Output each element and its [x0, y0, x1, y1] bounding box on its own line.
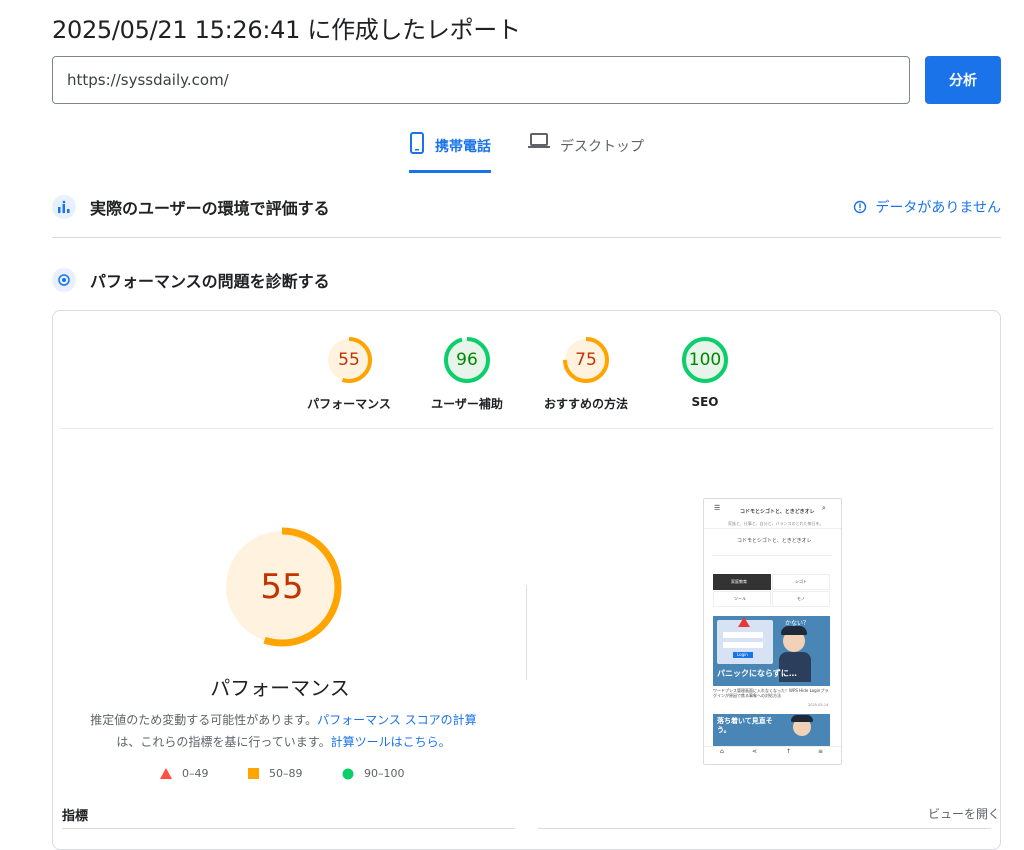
preview-tagline: 家族と、仕事と、自分と。バランスのとれた毎日を。 [728, 521, 824, 526]
legend-fail: 0–49 [160, 767, 209, 780]
preview-card2-image: 落ち着いて見直そう。 [713, 714, 830, 746]
preview-site-title: コドモとシゴトと、ときどきオレ [740, 509, 815, 515]
score-calc-link[interactable]: パフォーマンス スコアの計算 [317, 713, 477, 727]
page-screenshot-preview[interactable]: ☰ コドモとシゴトと、ときどきオレ ⌕ 家族と、仕事と、自分と。バランスのとれた… [703, 498, 842, 765]
performance-title: パフォーマンス [210, 676, 350, 700]
metrics-divider-right [538, 828, 991, 829]
diagnose-icon [52, 268, 76, 292]
legend-fail-label: 0–49 [182, 767, 209, 780]
performance-score-large: 55 [260, 567, 304, 607]
preview-menu-4: モノ [797, 596, 805, 601]
analyze-button[interactable]: 分析 [925, 56, 1001, 104]
performance-gauge-large: 55 [220, 525, 344, 649]
gauge-best-practices-label: おすすめの方法 [543, 397, 628, 411]
gauge-performance-score: 55 [338, 350, 360, 370]
gauge-performance[interactable]: 55 [322, 333, 376, 387]
preview-banner-image: Login かない？ パニックにならずに… [713, 616, 830, 686]
preview-banner-text: パニックにならずに… [717, 669, 797, 678]
gauge-performance-label: パフォーマンス [307, 397, 391, 411]
gauge-seo-label: SEO [691, 395, 719, 409]
field-data-title: 実際のユーザーの環境で評価する [90, 199, 330, 218]
preview-post-title: ワードプレス管理画面に入れなくなった！WPS Hide Loginプラグインが原… [713, 688, 829, 698]
legend-average-label: 50–89 [269, 767, 303, 780]
section-divider [52, 237, 1001, 238]
gauge-seo-score: 100 [688, 350, 722, 370]
gauge-accessibility-label: ユーザー補助 [431, 397, 503, 411]
gauge-accessibility-score: 96 [456, 350, 478, 370]
preview-menu-1: 家庭教育 [731, 579, 747, 584]
tab-mobile-label: 携帯電話 [435, 139, 491, 155]
metrics-heading: 指標 [62, 809, 89, 824]
no-data-text: データがありません [875, 200, 1001, 216]
info-icon [854, 200, 867, 214]
preview-home-icon: ⌂ [720, 748, 724, 755]
report-title: 2025/05/21 15:26:41 に作成したレポート [52, 16, 521, 44]
legend-pass: 90–100 [342, 767, 405, 780]
gauge-seo[interactable]: 100 [678, 333, 732, 387]
preview-login-label: Login [737, 652, 748, 657]
no-data-link[interactable]: データがありません [853, 197, 1001, 217]
tab-desktop[interactable]: デスクトップ [528, 130, 644, 170]
gauge-best-practices-score: 75 [575, 350, 597, 370]
preview-sidebar-icon: ≡ [818, 748, 824, 755]
laptop-icon [528, 133, 550, 148]
expand-view-button[interactable]: ビューを開く [928, 805, 1000, 822]
gauge-accessibility[interactable]: 96 [440, 333, 494, 387]
search-icon: ⌕ [822, 504, 826, 512]
field-data-icon [52, 195, 76, 219]
lab-data-title: パフォーマンスの問題を診断する [90, 272, 330, 291]
menu-icon: ☰ [714, 504, 721, 512]
circle-icon [342, 768, 354, 779]
preview-subtitle: コドモとシゴトと、ときどきオレ [737, 538, 812, 544]
preview-share-icon: ⋖ [752, 748, 758, 755]
legend-pass-label: 90–100 [364, 767, 405, 780]
gauge-best-practices[interactable]: 75 [559, 333, 613, 387]
preview-card2-text: 落ち着いて見直そう。 [717, 717, 773, 734]
preview-menu-3: ツール [734, 596, 746, 601]
tab-desktop-label: デスクトップ [560, 139, 644, 155]
legend-average: 50–89 [248, 767, 303, 780]
performance-description: 推定値のため変動する可能性があります。パフォーマンス スコアの計算は、これらの指… [86, 709, 481, 753]
desc-text-1: 推定値のため変動する可能性があります。 [90, 713, 318, 727]
desc-text-2: は、これらの指標を基に行っています。 [116, 735, 331, 749]
square-icon [248, 768, 259, 779]
smartphone-icon [410, 132, 424, 154]
preview-top-icon: ↑ [786, 748, 792, 755]
preview-menu-2: シゴト [795, 579, 807, 584]
url-input[interactable] [52, 56, 910, 104]
field-data-section: 実際のユーザーの環境で評価する データがありません [52, 195, 1001, 219]
card-divider [60, 428, 993, 429]
lab-data-section: パフォーマンスの問題を診断する [52, 268, 1001, 292]
triangle-icon [160, 768, 172, 779]
calculator-link[interactable]: 計算ツールはこちら。 [331, 735, 451, 749]
preview-post-date: 2025-05-14 [808, 703, 829, 707]
metrics-divider-left [62, 828, 515, 829]
vertical-divider [526, 585, 527, 680]
tab-mobile[interactable]: 携帯電話 [409, 130, 491, 173]
